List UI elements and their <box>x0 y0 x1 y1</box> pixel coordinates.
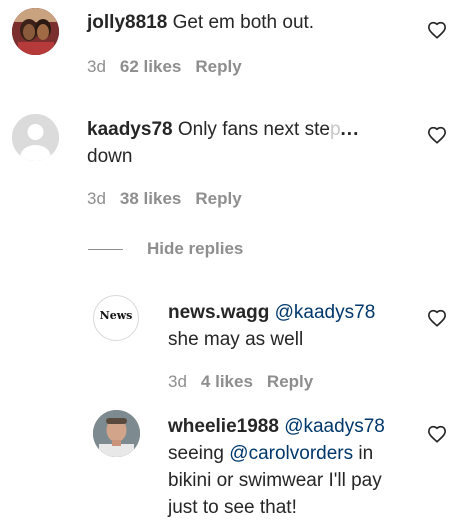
comment-body: kaadys78 Only fans next step... down <box>87 116 407 170</box>
mention-link[interactable]: @kaadys78 <box>284 416 385 437</box>
comment-meta: 3d 62 likes Reply <box>87 57 242 77</box>
mention-link-2[interactable]: @carolvorders <box>229 443 353 464</box>
comment-time[interactable]: 3d <box>87 57 106 76</box>
comment-likes[interactable]: 62 likes <box>120 57 181 76</box>
avatar-photo-icon <box>93 410 140 457</box>
comment-text: Get em both out. <box>172 12 315 33</box>
hide-replies-line <box>88 249 123 250</box>
avatar[interactable] <box>12 114 59 161</box>
avatar-photo-icon <box>12 8 59 55</box>
reply-body: wheelie1988 @kaadys78 seeing @carolvorde… <box>168 413 413 521</box>
comment-text-faded: p <box>329 119 341 140</box>
reply-button[interactable]: Reply <box>195 189 241 208</box>
more-button[interactable]: ... <box>341 119 360 140</box>
avatar[interactable] <box>12 8 59 55</box>
default-avatar-icon <box>12 114 59 161</box>
reply-meta: 3d 4 likes Reply <box>168 372 313 392</box>
reply-text: she may as well <box>168 329 304 350</box>
comment-body: jolly8818 Get em both out. <box>87 9 407 36</box>
heart-icon[interactable] <box>427 126 447 144</box>
comment-text: Only fans next ste <box>177 119 330 140</box>
reply-username[interactable]: wheelie1988 <box>168 416 279 437</box>
avatar[interactable]: News <box>93 295 139 341</box>
comment-text-line2: down <box>87 146 133 167</box>
comment-username[interactable]: jolly8818 <box>87 12 167 33</box>
avatar[interactable] <box>93 410 140 457</box>
reply-button[interactable]: Reply <box>267 372 313 391</box>
mention-link[interactable]: @kaadys78 <box>275 302 376 323</box>
reply-button[interactable]: Reply <box>195 57 241 76</box>
reply-time[interactable]: 3d <box>168 372 187 391</box>
hide-replies-button[interactable]: Hide replies <box>147 239 243 259</box>
reply-likes[interactable]: 4 likes <box>201 372 253 391</box>
avatar-news-label: News <box>99 309 133 322</box>
reply-text: seeing <box>168 443 224 464</box>
comment-likes[interactable]: 38 likes <box>120 189 181 208</box>
heart-icon[interactable] <box>427 309 447 327</box>
reply-username[interactable]: news.wagg <box>168 302 269 323</box>
heart-icon[interactable] <box>427 425 447 443</box>
comment-username[interactable]: kaadys78 <box>87 119 173 140</box>
reply-body: news.wagg @kaadys78 she may as well <box>168 299 418 353</box>
comment-meta: 3d 38 likes Reply <box>87 189 242 209</box>
comment-time[interactable]: 3d <box>87 189 106 208</box>
heart-icon[interactable] <box>427 21 447 39</box>
